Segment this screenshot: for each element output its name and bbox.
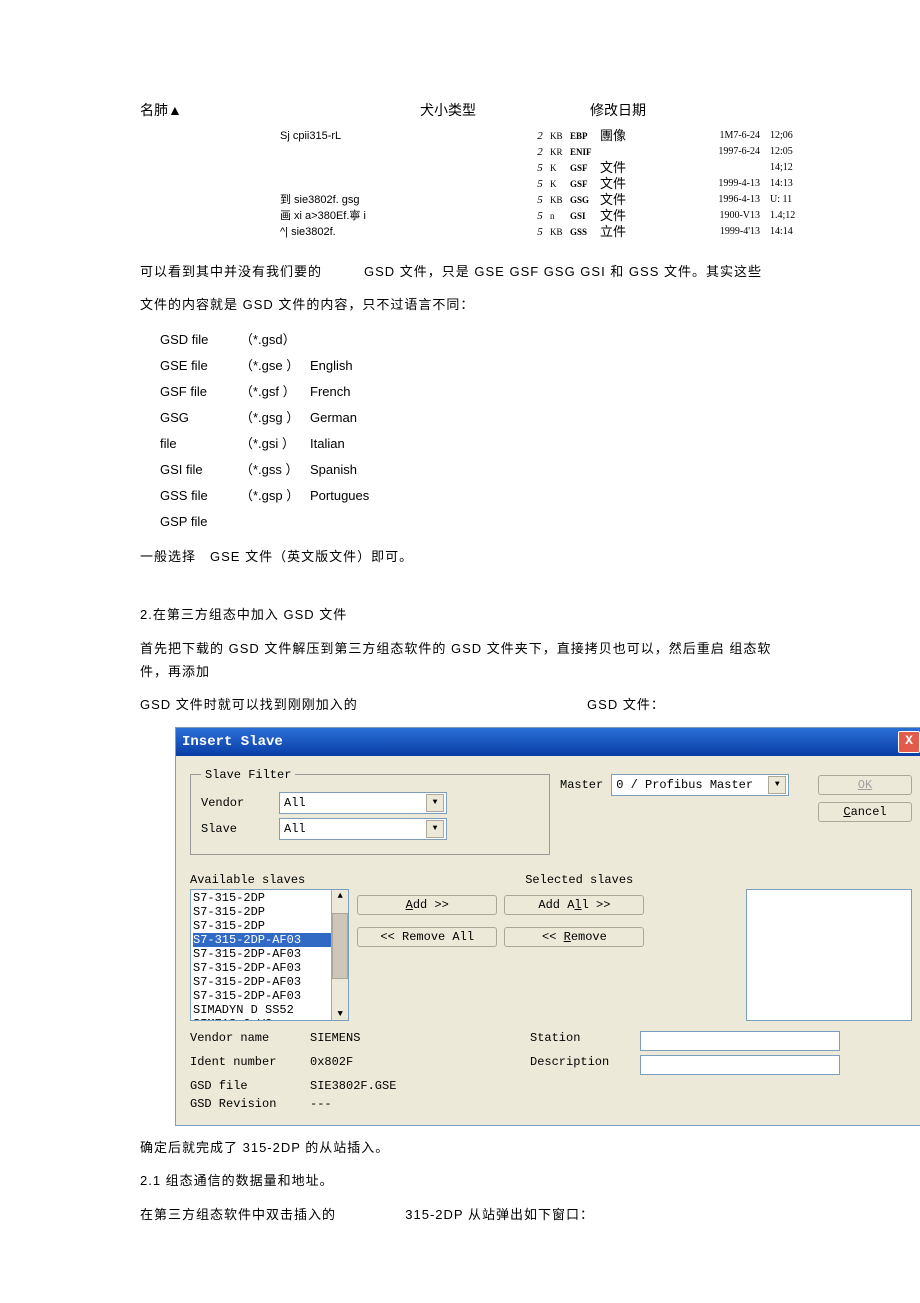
list-item[interactable]: S7-315-2DP-AF03 xyxy=(193,975,346,989)
gsd-file-value: SIE3802F.GSE xyxy=(310,1079,530,1093)
slave-label: Slave xyxy=(201,822,271,836)
slave-filter-group: Slave Filter Vendor All ▼ Slave xyxy=(190,768,550,855)
gsd-file-label: GSD file xyxy=(190,1079,310,1093)
file-row: 2KRENIF1997-6-2412:05 xyxy=(140,144,900,160)
list-item[interactable]: S7-315-2DP-AF03 xyxy=(193,961,346,975)
paragraph: 文件的内容就是 GSD 文件的内容，只不过语言不同： xyxy=(140,293,790,316)
master-label: Master xyxy=(560,778,603,792)
list-item[interactable]: S7-315-2DP-AF03 xyxy=(193,933,346,947)
list-item[interactable]: S7-315-2DP xyxy=(193,891,346,905)
scroll-thumb[interactable] xyxy=(332,913,348,979)
file-row: 到 sie3802f. gsg5KBGSG文件1996-4-13U: 11 xyxy=(140,192,900,208)
dialog-title: Insert Slave xyxy=(182,734,283,750)
col-type-header: 犬小类型 xyxy=(420,100,590,120)
col-date-header: 修改日期 xyxy=(590,100,710,120)
ext-row: GSP file xyxy=(160,509,900,535)
selected-slaves-label: Selected slaves xyxy=(525,873,633,887)
paragraph: GSD 文件时就可以找到刚刚加入的 GSD 文件： xyxy=(140,693,790,716)
scrollbar[interactable]: ▲ ▼ xyxy=(331,890,348,1020)
file-row: 画 xi a>380Ef.寧 i5nGSI文件1900-V131.4;12 xyxy=(140,208,900,224)
extension-table: GSD file（*.gsd）GSE file（*.gse ）EnglishGS… xyxy=(160,327,900,535)
vendor-name-value: SIEMENS xyxy=(310,1031,530,1051)
add-button[interactable]: Add >> xyxy=(357,895,497,915)
slave-filter-legend: Slave Filter xyxy=(201,768,295,782)
combo-value: All xyxy=(284,796,306,810)
station-label: Station xyxy=(530,1031,640,1051)
add-all-button[interactable]: Add All >> xyxy=(504,895,644,915)
ext-row: GSF file（*.gsf ）French xyxy=(160,379,900,405)
scroll-up-icon[interactable]: ▲ xyxy=(338,891,343,901)
chevron-down-icon: ▼ xyxy=(426,794,444,812)
remove-all-button[interactable]: << Remove All xyxy=(357,927,497,947)
paragraph: 2.在第三方组态中加入 GSD 文件 xyxy=(140,603,790,626)
master-combo[interactable]: 0 / Profibus Master ▼ xyxy=(611,774,789,796)
vendor-name-label: Vendor name xyxy=(190,1031,310,1051)
paragraph: 首先把下载的 GSD 文件解压到第三方组态软件的 GSD 文件夹下，直接拷贝也可… xyxy=(140,637,790,684)
ext-row: GSG（*.gsg ）German xyxy=(160,405,900,431)
file-row: 5KGSF文件1999-4-1314:13 xyxy=(140,176,900,192)
paragraph: 确定后就完成了 315-2DP 的从站插入。 xyxy=(140,1136,790,1159)
ext-row: GSS file（*.gsp ）Portugues xyxy=(160,483,900,509)
titlebar: Insert Slave X xyxy=(176,728,920,756)
cancel-button[interactable]: Cancel xyxy=(818,802,912,822)
paragraph: 在第三方组态软件中双击插入的 315-2DP 从站弹出如下窗口： xyxy=(140,1203,790,1226)
paragraph: 2.1 组态通信的数据量和地址。 xyxy=(140,1169,790,1192)
gsd-revision-value: --- xyxy=(310,1097,530,1111)
vendor-combo[interactable]: All ▼ xyxy=(279,792,447,814)
info-grid: Vendor name SIEMENS Station Ident number… xyxy=(190,1031,912,1111)
ext-row: GSI file（*.gss ）Spanish xyxy=(160,457,900,483)
description-label: Description xyxy=(530,1055,640,1075)
list-item[interactable]: SIMEAS Q V2 xyxy=(193,1017,346,1021)
ext-row: file（*.gsi ）Italian xyxy=(160,431,900,457)
col-name-header: 名肺▲ xyxy=(140,100,420,120)
list-item[interactable]: S7-315-2DP-AF03 xyxy=(193,947,346,961)
remove-button[interactable]: << Remove xyxy=(504,927,644,947)
selected-slaves-list[interactable] xyxy=(746,889,912,1021)
chevron-down-icon: ▼ xyxy=(768,776,786,794)
list-item[interactable]: S7-315-2DP-AF03 xyxy=(193,989,346,1003)
ext-row: GSD file（*.gsd） xyxy=(160,327,900,353)
ext-row: GSE file（*.gse ）English xyxy=(160,353,900,379)
vendor-label: Vendor xyxy=(201,796,271,810)
ident-number-value: 0x802F xyxy=(310,1055,530,1075)
ident-number-label: Ident number xyxy=(190,1055,310,1075)
close-button[interactable]: X xyxy=(898,731,920,753)
gsd-revision-label: GSD Revision xyxy=(190,1097,310,1111)
combo-value: 0 / Profibus Master xyxy=(616,778,753,792)
available-slaves-label: Available slaves xyxy=(190,873,305,887)
chevron-down-icon: ▼ xyxy=(426,820,444,838)
text: 在第三方组态软件中双击插入的 xyxy=(140,1207,336,1222)
ok-button[interactable]: OK xyxy=(818,775,912,795)
file-row: Sj cpii315-rL2KBEBP團像1M7-6-2412;06 xyxy=(140,128,900,144)
list-item[interactable]: S7-315-2DP xyxy=(193,905,346,919)
combo-value: All xyxy=(284,822,306,836)
list-item[interactable]: SIMADYN D SS52 xyxy=(193,1003,346,1017)
available-slaves-list[interactable]: S7-315-2DPS7-315-2DPS7-315-2DPS7-315-2DP… xyxy=(190,889,349,1021)
text: GSD 文件时就可以找到刚刚加入的 xyxy=(140,697,358,712)
paragraph: 可以看到其中并没有我们要的 GSD 文件，只是 GSE GSF GSG GSI … xyxy=(140,260,790,283)
scroll-down-icon[interactable]: ▼ xyxy=(338,1009,343,1019)
paragraph: 一般选择 GSE 文件（英文版文件）即可。 xyxy=(140,545,790,568)
text: 315-2DP 从站弹出如下窗口： xyxy=(405,1207,594,1222)
file-row: ^| sie3802f.5KBGSS立件1999-4'1314:14 xyxy=(140,224,900,240)
insert-slave-dialog: Insert Slave X Slave Filter Vendor All ▼ xyxy=(175,727,920,1126)
station-input[interactable] xyxy=(640,1031,840,1051)
file-listing: 名肺▲ 犬小类型 修改日期 Sj cpii315-rL2KBEBP團像1M7-6… xyxy=(140,100,900,240)
description-input[interactable] xyxy=(640,1055,840,1075)
transfer-buttons: Add >> Add All >> << Remove All << Remov… xyxy=(357,889,738,1021)
text: GSD 文件： xyxy=(587,697,665,712)
slave-combo[interactable]: All ▼ xyxy=(279,818,447,840)
list-item[interactable]: S7-315-2DP xyxy=(193,919,346,933)
file-row: 5KGSF文件14;12 xyxy=(140,160,900,176)
